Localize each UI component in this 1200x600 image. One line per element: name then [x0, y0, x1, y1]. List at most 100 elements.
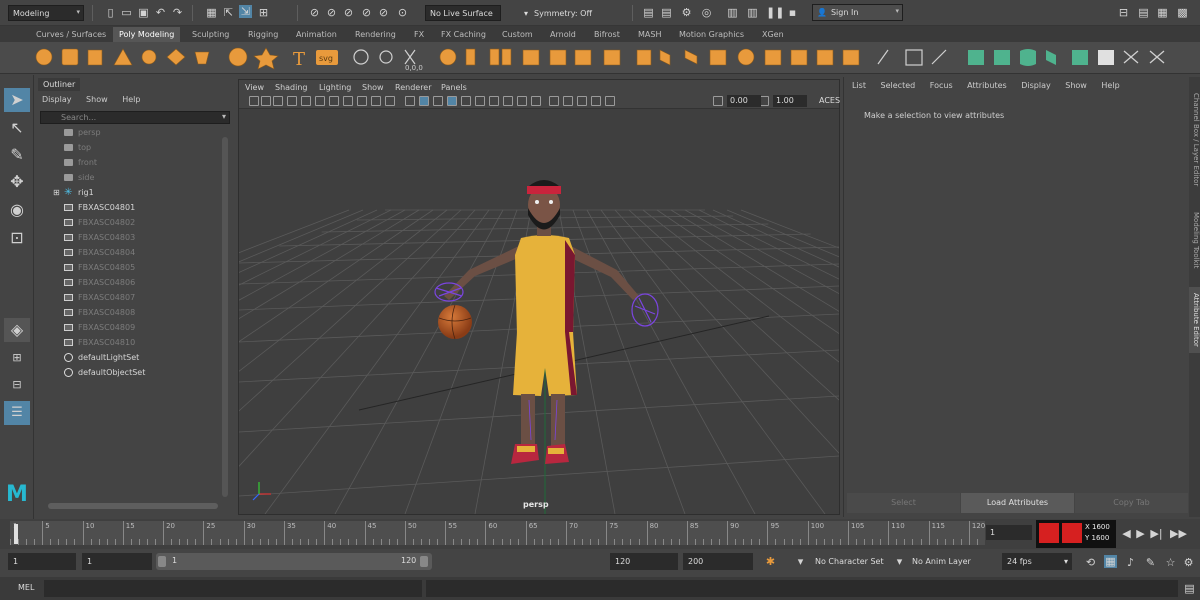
- ae-menu-help[interactable]: Help: [1101, 81, 1119, 90]
- snap-point-icon[interactable]: ⊘: [342, 6, 355, 19]
- depth-of-field-icon[interactable]: [531, 96, 541, 106]
- resolution-gate-icon[interactable]: [329, 96, 339, 106]
- shelf-tab-curves-surfaces[interactable]: Curves / Surfaces: [30, 27, 112, 42]
- outliner-item[interactable]: persp: [36, 125, 226, 140]
- character-set-dropdown[interactable]: No Character Set: [815, 557, 884, 566]
- grid-icon[interactable]: [301, 96, 311, 106]
- chevron-down-icon[interactable]: ▾: [794, 555, 807, 568]
- outliner-menu-help[interactable]: Help: [122, 95, 140, 104]
- redo-icon[interactable]: ↷: [171, 6, 184, 19]
- shelf-tab-motion-graphics[interactable]: Motion Graphics: [673, 27, 750, 42]
- four-view-icon[interactable]: ⊞: [4, 346, 30, 370]
- vp-menu-view[interactable]: View: [245, 83, 264, 92]
- snap-grid-icon[interactable]: ⊘: [308, 6, 321, 19]
- vp-menu-shading[interactable]: Shading: [275, 83, 308, 92]
- search-input[interactable]: Search... ▾: [40, 111, 230, 124]
- new-scene-icon[interactable]: ▯: [104, 6, 117, 19]
- select-mask-icon[interactable]: ⊞: [257, 6, 270, 19]
- sign-in-button[interactable]: 👤 Sign In ▾: [812, 4, 903, 21]
- outliner-item[interactable]: defaultLightSet: [36, 350, 226, 365]
- current-frame-field[interactable]: 1: [986, 525, 1032, 540]
- shelf-tab-bifrost[interactable]: Bifrost: [588, 27, 626, 42]
- smooth-shade-icon[interactable]: [419, 96, 429, 106]
- ae-menu-show[interactable]: Show: [1065, 81, 1087, 90]
- safe-action-icon[interactable]: [371, 96, 381, 106]
- playback-prefs-icon[interactable]: ☆: [1164, 556, 1177, 569]
- viewport-panel[interactable]: View Shading Lighting Show Renderer Pane…: [0, 79, 1200, 515]
- isolate-select-icon[interactable]: [549, 96, 559, 106]
- playback-end-field[interactable]: 120: [610, 553, 678, 570]
- move-tool-icon[interactable]: ✥: [4, 170, 30, 194]
- outliner-item[interactable]: FBXASC04808: [36, 305, 226, 320]
- shelf-tab-animation[interactable]: Animation: [290, 27, 343, 42]
- exposure-field[interactable]: 0.00: [727, 95, 761, 107]
- bookmark-icon[interactable]: [273, 96, 283, 106]
- gamma-field[interactable]: 1.00: [773, 95, 807, 107]
- anti-alias-icon[interactable]: [517, 96, 527, 106]
- outliner-horizontal-scrollbar[interactable]: [48, 503, 218, 509]
- shelf-tab-rigging[interactable]: Rigging: [242, 27, 284, 42]
- anim-layer-dropdown[interactable]: No Anim Layer: [912, 557, 971, 566]
- ae-menu-focus[interactable]: Focus: [930, 81, 953, 90]
- outliner-item[interactable]: FBXASC04804: [36, 245, 226, 260]
- command-input[interactable]: [44, 580, 422, 597]
- outliner-item[interactable]: FBXASC04807: [36, 290, 226, 305]
- outliner-menu-display[interactable]: Display: [42, 95, 72, 104]
- wireframe-icon[interactable]: [405, 96, 415, 106]
- range-bar[interactable]: 1 120: [156, 553, 432, 570]
- ipr-render-icon[interactable]: ▤: [660, 6, 673, 19]
- loop-icon[interactable]: ⟲: [1084, 556, 1097, 569]
- keying-icon[interactable]: ✎: [1144, 556, 1157, 569]
- side-tab-channel-box[interactable]: Channel Box / Layer Editor: [1189, 85, 1200, 195]
- pause-icon[interactable]: ❚❚: [766, 6, 784, 19]
- select-component-icon[interactable]: ⇲: [239, 5, 252, 18]
- shelf-tab-xgen[interactable]: XGen: [756, 27, 790, 42]
- camera-attr-icon[interactable]: [261, 96, 271, 106]
- outliner-item[interactable]: ⊞ ✳ rig1: [36, 185, 226, 200]
- outliner-menu-show[interactable]: Show: [86, 95, 108, 104]
- paint-select-icon[interactable]: ✎: [4, 143, 30, 167]
- outliner-item[interactable]: side: [36, 170, 226, 185]
- animation-prefs-icon[interactable]: ⚙: [1182, 556, 1195, 569]
- open-scene-icon[interactable]: ▭: [120, 6, 133, 19]
- fps-dropdown[interactable]: 24 fps ▾: [1002, 553, 1072, 570]
- camera-select-icon[interactable]: [249, 96, 259, 106]
- xray-joints-icon[interactable]: [577, 96, 587, 106]
- grease-pencil-icon[interactable]: [605, 96, 615, 106]
- outliner-item[interactable]: defaultObjectSet: [36, 365, 226, 380]
- attribute-editor-icon[interactable]: ▤: [1137, 6, 1150, 19]
- outliner-vertical-scrollbar[interactable]: [222, 137, 228, 497]
- render-settings-icon[interactable]: ⚙: [680, 6, 693, 19]
- step-back-icon[interactable]: ◀: [1120, 527, 1133, 540]
- vp-menu-show[interactable]: Show: [362, 83, 384, 92]
- go-to-end-icon[interactable]: ▶▶: [1170, 527, 1187, 540]
- modeling-toolkit-icon[interactable]: ▩: [1176, 6, 1189, 19]
- render-current-icon[interactable]: ▤: [642, 6, 655, 19]
- live-surface-field[interactable]: No Live Surface: [425, 5, 501, 21]
- undo-icon[interactable]: ↶: [154, 6, 167, 19]
- shelf-tab-sculpting[interactable]: Sculpting: [186, 27, 235, 42]
- shelf-tab-custom[interactable]: Custom: [496, 27, 539, 42]
- textured-icon[interactable]: [447, 96, 457, 106]
- current-time-marker[interactable]: [14, 524, 18, 544]
- audio-icon[interactable]: ♪: [1124, 556, 1137, 569]
- shelf-tab-fx-caching[interactable]: FX Caching: [435, 27, 492, 42]
- shelf-tab-arnold[interactable]: Arnold: [544, 27, 582, 42]
- vp-menu-panels[interactable]: Panels: [441, 83, 467, 92]
- ae-menu-list[interactable]: List: [852, 81, 866, 90]
- shelf-tab-fx[interactable]: FX: [408, 27, 430, 42]
- outliner-item[interactable]: FBXASC04809: [36, 320, 226, 335]
- range-start-handle[interactable]: [158, 556, 166, 567]
- select-object-icon[interactable]: ⇱: [222, 6, 235, 19]
- outliner-item[interactable]: FBXASC04805: [36, 260, 226, 275]
- viewport-scene[interactable]: persp: [0, 110, 1200, 515]
- render-view-icon[interactable]: ▥: [726, 6, 739, 19]
- stop-render-icon[interactable]: ▪: [786, 6, 799, 19]
- step-forward-icon[interactable]: ▶|: [1150, 527, 1163, 540]
- select-hierarchy-icon[interactable]: ▦: [205, 6, 218, 19]
- scale-tool-icon[interactable]: ⊡: [4, 226, 30, 250]
- shadows-icon[interactable]: [475, 96, 485, 106]
- exposure-icon[interactable]: [713, 96, 723, 106]
- auto-key-icon[interactable]: ▦: [1104, 555, 1117, 568]
- gate-mask-icon[interactable]: [343, 96, 353, 106]
